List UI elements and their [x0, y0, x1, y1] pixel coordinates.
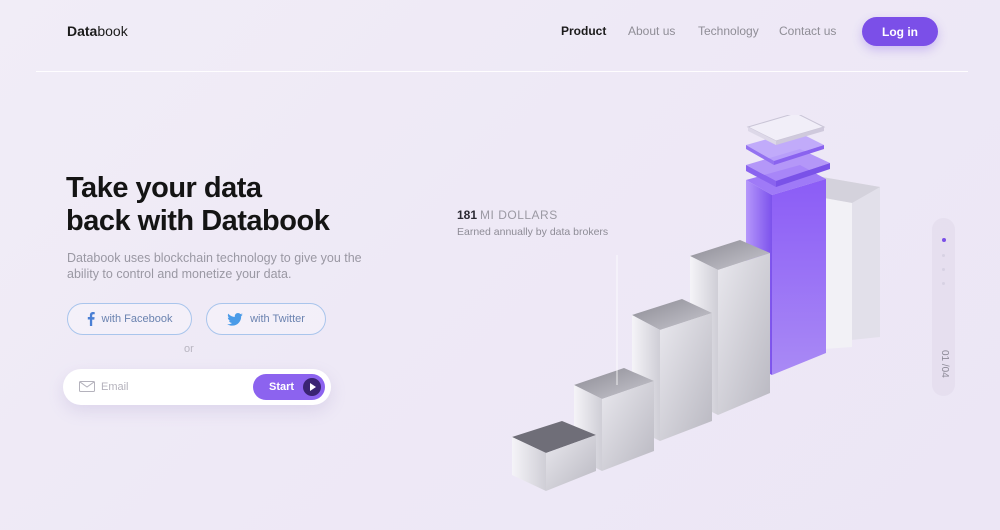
- twitter-login-button[interactable]: with Twitter: [206, 303, 326, 335]
- twitter-icon: [227, 312, 243, 326]
- pager-dot-3[interactable]: [942, 268, 945, 271]
- pager-label: 01 /04: [939, 350, 950, 378]
- nav-item-contact[interactable]: Contact us: [779, 24, 836, 38]
- facebook-button-label: with Facebook: [101, 313, 173, 325]
- hero-headline: Take your data back with Databook: [66, 172, 330, 238]
- twitter-button-label: with Twitter: [250, 313, 305, 325]
- logo[interactable]: Databook: [67, 23, 128, 39]
- stat-number: 181: [457, 208, 478, 222]
- headline-line-1: Take your data: [66, 172, 262, 204]
- nav-item-technology[interactable]: Technology: [698, 24, 759, 38]
- email-input[interactable]: [101, 378, 241, 396]
- start-button-label: Start: [269, 381, 295, 393]
- pager-dot-4[interactable]: [942, 282, 945, 285]
- logo-bold-text: Data: [67, 23, 98, 39]
- facebook-login-button[interactable]: with Facebook: [67, 303, 192, 335]
- bar-1: [512, 421, 596, 491]
- headline-line-2: back with Databook: [66, 205, 330, 237]
- hero-description: Databook uses blockchain technology to g…: [67, 251, 362, 281]
- login-button[interactable]: Log in: [862, 17, 938, 46]
- bar-chart-illustration: [512, 115, 880, 491]
- pager-dot-1[interactable]: [941, 238, 946, 242]
- email-signup-form: Start: [63, 369, 331, 405]
- logo-rest-text: book: [97, 23, 128, 39]
- facebook-icon: [87, 312, 95, 326]
- pager-dot-2[interactable]: [942, 254, 945, 257]
- nav-item-product[interactable]: Product: [561, 24, 606, 38]
- nav-item-about[interactable]: About us: [628, 24, 675, 38]
- header-divider: [36, 71, 968, 72]
- mail-icon: [79, 381, 95, 392]
- play-icon: [303, 378, 321, 396]
- start-button[interactable]: Start: [253, 374, 325, 400]
- or-separator: or: [184, 343, 194, 355]
